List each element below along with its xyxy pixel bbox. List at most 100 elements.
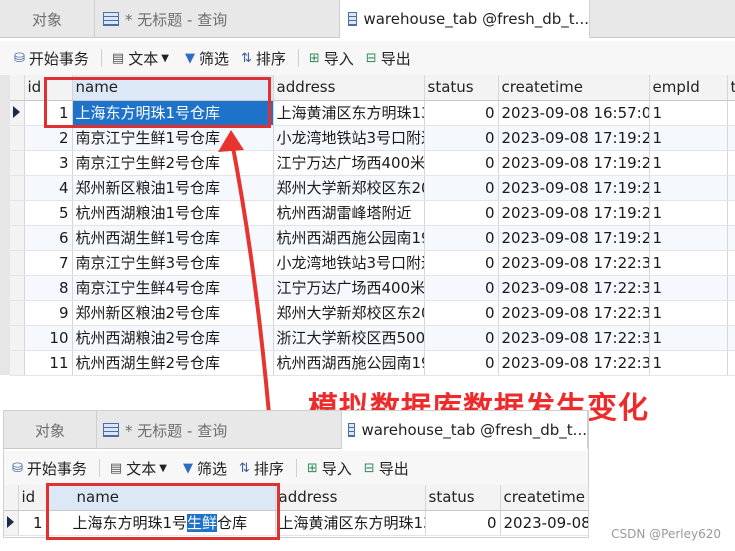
cell-name[interactable]: 南京江宁生鲜1号仓库 bbox=[72, 125, 274, 151]
cell-empid[interactable]: 1 bbox=[649, 250, 728, 276]
cell-id[interactable]: 8 bbox=[24, 275, 73, 301]
tab-warehouse-tab[interactable]: warehouse_tab @fresh_db_t... bbox=[340, 0, 590, 38]
import-button[interactable]: ⊞ 导入 bbox=[307, 458, 352, 479]
column-header-id[interactable]: id bbox=[18, 485, 47, 511]
cell-t[interactable] bbox=[727, 350, 735, 376]
cell-t[interactable] bbox=[727, 100, 735, 126]
cell-t[interactable] bbox=[727, 125, 735, 151]
cell-address[interactable]: 杭州西湖雷峰塔附近 bbox=[273, 200, 425, 226]
cell-status[interactable]: 0 bbox=[424, 200, 499, 226]
cell-t[interactable] bbox=[727, 300, 735, 326]
sort-button[interactable]: ⇅ 排序 bbox=[241, 48, 286, 69]
cell-empid[interactable]: 1 bbox=[649, 350, 728, 376]
table-row[interactable]: 3 南京江宁生鲜2号仓库 江宁万达广场西400米 0 2023-09-08 17:19:… bbox=[10, 150, 735, 176]
cell-address[interactable]: 郑州大学新郑校区东20 bbox=[273, 175, 425, 201]
begin-transaction-button[interactable]: ⛁ 开始事务 bbox=[14, 48, 89, 69]
cell-status[interactable]: 0 bbox=[424, 150, 499, 176]
cell-address[interactable]: 江宁万达广场西400米 bbox=[273, 150, 425, 176]
cell-empid[interactable]: 1 bbox=[649, 175, 728, 201]
cell-status[interactable]: 0 bbox=[424, 175, 499, 201]
cell-status[interactable]: 0 bbox=[424, 350, 499, 376]
column-header-status[interactable]: status bbox=[424, 75, 499, 101]
cell-address[interactable]: 小龙湾地铁站3号口附近 bbox=[273, 250, 425, 276]
cell-createtime[interactable]: 2023-09-08 17:19:27 bbox=[498, 225, 650, 251]
table-row[interactable]: 2 南京江宁生鲜1号仓库 小龙湾地铁站3号口附近 0 2023-09-08 17:19:… bbox=[10, 125, 735, 151]
cell-name[interactable]: 杭州西湖生鲜2号仓库 bbox=[72, 350, 274, 376]
cell-id[interactable]: 4 bbox=[24, 175, 73, 201]
cell-address[interactable]: 郑州大学新郑校区东20 bbox=[273, 300, 425, 326]
column-header-createtime[interactable]: createtime bbox=[498, 75, 650, 101]
cell-empid[interactable]: 1 bbox=[649, 200, 728, 226]
cell-status[interactable]: 0 bbox=[424, 250, 499, 276]
cell-empid[interactable]: 1 bbox=[649, 275, 728, 301]
cell-createtime[interactable]: 2023-09-08 17:22:35 bbox=[498, 275, 650, 301]
column-header-address[interactable]: address bbox=[275, 485, 426, 511]
filter-button[interactable]: ▼ 筛选 bbox=[183, 458, 227, 479]
cell-id[interactable]: 10 bbox=[24, 325, 73, 351]
tab-objects[interactable]: 对象 bbox=[0, 0, 95, 38]
cell-name[interactable]: 南京江宁生鲜4号仓库 bbox=[72, 275, 274, 301]
cell-status[interactable]: 0 bbox=[424, 100, 499, 126]
table-row[interactable]: 9 郑州新区粮油2号仓库 郑州大学新郑校区东20 0 2023-09-08 17:22:… bbox=[10, 300, 735, 326]
cell-createtime[interactable]: 2023-09-08 17:22:35 bbox=[498, 250, 650, 276]
table-row[interactable]: 11 杭州西湖生鲜2号仓库 杭州西湖西施公园南19 0 2023-09-08 17:22… bbox=[10, 350, 735, 376]
cell-t[interactable] bbox=[727, 150, 735, 176]
cell-t[interactable] bbox=[727, 200, 735, 226]
cell-createtime[interactable]: 2023-09-08 17:22:35 bbox=[498, 350, 650, 376]
tab-untitled-query[interactable]: * 无标题 - 查询 bbox=[95, 0, 340, 38]
cell-name[interactable]: 郑州新区粮油1号仓库 bbox=[72, 175, 274, 201]
cell-status[interactable]: 0 bbox=[424, 275, 499, 301]
cell-id[interactable]: 5 bbox=[24, 200, 73, 226]
column-header-address[interactable]: address bbox=[273, 75, 425, 101]
sort-button[interactable]: ⇅ 排序 bbox=[239, 458, 284, 479]
cell-name[interactable]: 南京江宁生鲜3号仓库 bbox=[72, 250, 274, 276]
table-row[interactable]: 8 南京江宁生鲜4号仓库 江宁万达广场西400米 0 2023-09-08 17:22:… bbox=[10, 275, 735, 301]
cell-t[interactable] bbox=[727, 275, 735, 301]
import-button[interactable]: ⊞ 导入 bbox=[309, 48, 354, 69]
filter-button[interactable]: ▼ 筛选 bbox=[185, 48, 229, 69]
table-row[interactable]: 4 郑州新区粮油1号仓库 郑州大学新郑校区东20 0 2023-09-08 17:19:… bbox=[10, 175, 735, 201]
cell-name[interactable]: 郑州新区粮油2号仓库 bbox=[72, 300, 274, 326]
cell-address[interactable]: 江宁万达广场西400米 bbox=[273, 275, 425, 301]
cell-status[interactable]: 0 bbox=[424, 300, 499, 326]
cell-status[interactable]: 0 bbox=[424, 225, 499, 251]
table-row[interactable]: 5 杭州西湖粮油1号仓库 杭州西湖雷峰塔附近 0 2023-09-08 17:19:27… bbox=[10, 200, 735, 226]
cell-id[interactable]: 9 bbox=[24, 300, 73, 326]
cell-name[interactable]: 杭州西湖粮油2号仓库 bbox=[72, 325, 274, 351]
cell-address[interactable]: 上海黄浦区东方明珠13 bbox=[273, 100, 425, 126]
cell-name[interactable]: 南京江宁生鲜2号仓库 bbox=[72, 150, 274, 176]
cell-t[interactable] bbox=[727, 225, 735, 251]
tab-untitled-query[interactable]: * 无标题 - 查询 bbox=[97, 411, 342, 449]
cell-id[interactable]: 11 bbox=[24, 350, 73, 376]
cell-empid[interactable]: 1 bbox=[649, 125, 728, 151]
cell-t[interactable] bbox=[727, 250, 735, 276]
cell-empid[interactable]: 1 bbox=[649, 225, 728, 251]
cell-id[interactable]: 6 bbox=[24, 225, 73, 251]
table-row[interactable]: 10 杭州西湖粮油2号仓库 浙江大学新校区西500 0 2023-09-08 17:22… bbox=[10, 325, 735, 351]
cell-address[interactable]: 上海黄浦区东方明珠13 bbox=[275, 510, 426, 536]
cell-id[interactable]: 7 bbox=[24, 250, 73, 276]
cell-createtime[interactable]: 2023-09-08 17:19:26 bbox=[498, 125, 650, 151]
cell-createtime[interactable]: 2023-09-08 17:19:27 bbox=[498, 200, 650, 226]
cell-status[interactable]: 0 bbox=[424, 125, 499, 151]
cell-createtime[interactable]: 2023-09-08 17:22:35 bbox=[498, 300, 650, 326]
cell-createtime[interactable]: 2023-09-08 17:22:35 bbox=[498, 325, 650, 351]
cell-createtime[interactable]: 2023-09-08 16:57:07 bbox=[498, 100, 650, 126]
column-header-empid[interactable]: empId bbox=[649, 75, 728, 101]
cell-address[interactable]: 小龙湾地铁站3号口附近 bbox=[273, 125, 425, 151]
column-header-createtime[interactable]: createtime bbox=[500, 485, 589, 511]
text-button[interactable]: ▤ 文本 ▼ bbox=[110, 458, 171, 479]
table-row[interactable]: 7 南京江宁生鲜3号仓库 小龙湾地铁站3号口附近 0 2023-09-08 17:22:… bbox=[10, 250, 735, 276]
cell-address[interactable]: 浙江大学新校区西500 bbox=[273, 325, 425, 351]
cell-id[interactable]: 3 bbox=[24, 150, 73, 176]
table-row[interactable]: 6 杭州西湖生鲜1号仓库 杭州西湖西施公园南19 0 2023-09-08 17:19:… bbox=[10, 225, 735, 251]
cell-address[interactable]: 杭州西湖西施公园南19 bbox=[273, 350, 425, 376]
tab-objects[interactable]: 对象 bbox=[4, 411, 97, 449]
cell-t[interactable] bbox=[727, 175, 735, 201]
export-button[interactable]: ⊟ 导出 bbox=[366, 48, 411, 69]
begin-transaction-button[interactable]: ⛁ 开始事务 bbox=[12, 458, 87, 479]
cell-status[interactable]: 0 bbox=[425, 510, 501, 536]
cell-id[interactable]: 1 bbox=[18, 510, 47, 536]
text-button[interactable]: ▤ 文本 ▼ bbox=[112, 48, 173, 69]
cell-name[interactable]: 杭州西湖粮油1号仓库 bbox=[72, 200, 274, 226]
